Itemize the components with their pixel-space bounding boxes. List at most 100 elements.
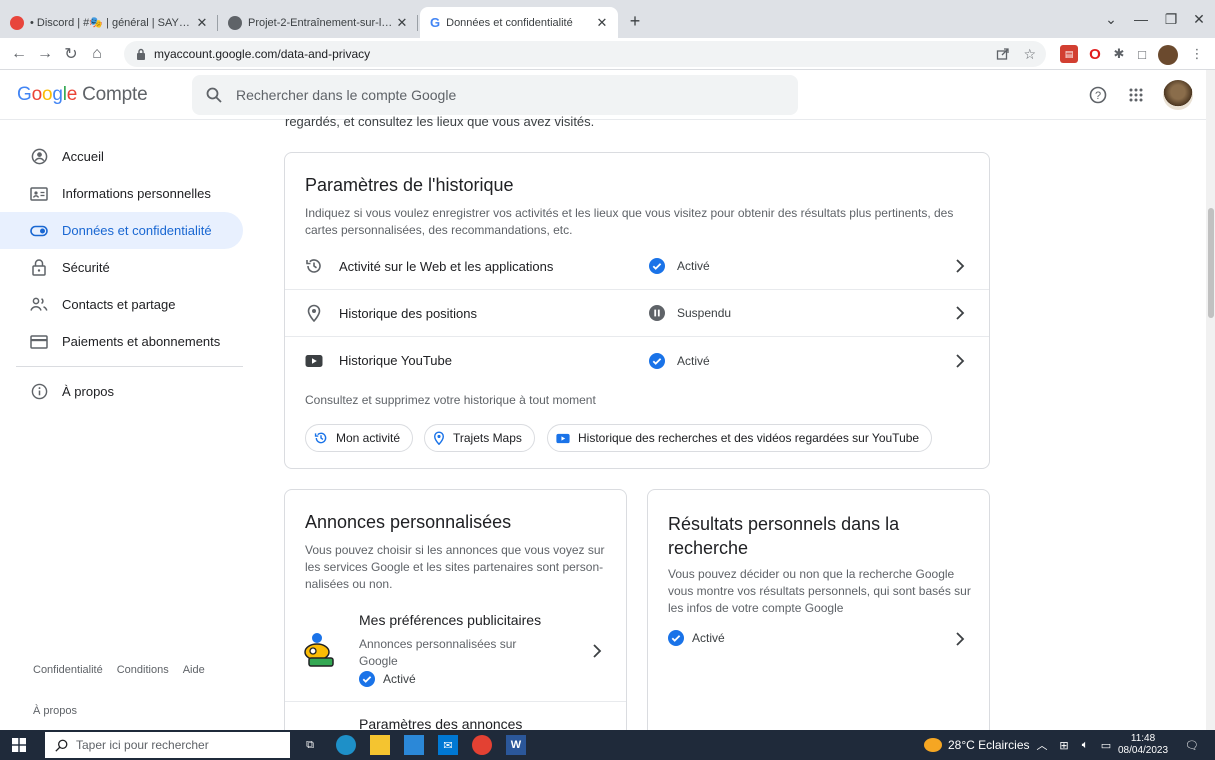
info-icon xyxy=(29,382,49,402)
tray-chevron-up-icon[interactable]: ︿ xyxy=(1032,735,1052,755)
people-icon xyxy=(29,295,49,315)
logo-product-name: Compte xyxy=(82,84,148,105)
network-icon[interactable]: ⊞ xyxy=(1054,735,1074,755)
edge-browser-icon[interactable] xyxy=(336,735,356,755)
history-row-location[interactable]: Historique des positions Suspendu xyxy=(285,290,989,337)
language-icon[interactable]: ▭ xyxy=(1096,735,1116,755)
footer-links: Confidentialité Conditions Aide xyxy=(33,664,205,676)
clock-date: 08/04/2023 xyxy=(1118,745,1169,756)
help-icon[interactable]: ? xyxy=(1086,83,1110,107)
close-tab-icon[interactable]: ✕ xyxy=(594,15,610,31)
browser-tab-discord[interactable]: • Discord | #🎭 | général | SAYNA ✕ xyxy=(0,7,218,38)
volume-icon[interactable]: 🔈︎ xyxy=(1075,735,1095,755)
page-scrollbar-thumb[interactable] xyxy=(1208,208,1214,318)
chip-label: Mon activité xyxy=(336,431,401,445)
home-icon[interactable]: ⌂ xyxy=(86,43,108,65)
mail-icon[interactable]: ✉ xyxy=(438,735,458,755)
sidebar-item-donnees[interactable]: Données et confidentialité xyxy=(0,212,243,249)
location-pin-icon xyxy=(433,431,445,445)
status-text: Activé xyxy=(677,259,710,273)
youtube-icon xyxy=(556,433,570,444)
taskbar-search-input[interactable]: Taper ici pour rechercher xyxy=(45,732,290,758)
lock-icon xyxy=(29,258,49,278)
footer-link-confidentialite[interactable]: Confidentialité xyxy=(33,664,103,676)
opera-extension-icon[interactable]: O xyxy=(1086,45,1104,63)
pause-circle-icon xyxy=(649,305,665,321)
extension-icon[interactable]: ▤ xyxy=(1060,45,1078,63)
chip-youtube-history[interactable]: Historique des recherches et des vidéos … xyxy=(547,424,933,452)
account-search-input[interactable]: Rechercher dans le compte Google xyxy=(192,75,798,115)
notification-center-icon[interactable]: 🗨︎ xyxy=(1182,735,1202,755)
sidebar-item-accueil[interactable]: Accueil xyxy=(0,138,243,175)
card-description: Vous pouvez choisir si les annonces que … xyxy=(305,543,605,591)
ad-preferences-row[interactable]: Mes préférences publicitaires Annonces p… xyxy=(285,602,626,702)
browser-tab-donnees[interactable]: G Données et confidentialité ✕ xyxy=(420,7,618,38)
url-field[interactable]: myaccount.google.com/data-and-privacy ☆ xyxy=(124,41,1046,67)
account-avatar[interactable] xyxy=(1163,80,1193,110)
logo-letter: e xyxy=(66,84,78,105)
tab-title: Données et confidentialité xyxy=(446,16,573,29)
sidebar-item-contacts[interactable]: Contacts et partage xyxy=(0,286,243,323)
clock-time: 11:48 xyxy=(1130,733,1156,744)
word-icon[interactable]: W xyxy=(506,735,526,755)
logo-letter: g xyxy=(52,84,63,105)
check-circle-icon xyxy=(649,352,665,369)
puzzle-extensions-icon[interactable]: ✱ xyxy=(1110,45,1128,63)
new-tab-button[interactable]: + xyxy=(624,10,646,32)
url-text: myaccount.google.com/data-and-privacy xyxy=(154,47,371,61)
reload-icon[interactable]: ↻ xyxy=(60,43,82,65)
sidebar-item-informations[interactable]: Informations personnelles xyxy=(0,175,243,212)
personal-results-row[interactable]: Activé xyxy=(648,622,989,654)
google-compte-logo[interactable]: Google Compte xyxy=(17,84,148,106)
footer-link-conditions[interactable]: Conditions xyxy=(117,664,169,676)
close-tab-icon[interactable]: ✕ xyxy=(194,15,210,31)
share-icon[interactable] xyxy=(996,47,1010,61)
tab-title: Projet-2-Entraînement-sur-les-ba xyxy=(248,16,394,29)
task-view-icon[interactable]: ⧉ xyxy=(300,735,320,755)
card-title: Paramètres de l'historique xyxy=(305,175,514,195)
sidebar-item-paiements[interactable]: Paiements et abonnements xyxy=(0,323,243,360)
history-row-web-activity[interactable]: Activité sur le Web et les applications … xyxy=(285,243,989,290)
close-tab-icon[interactable]: ✕ xyxy=(394,15,410,31)
id-card-icon xyxy=(29,184,49,204)
chip-mon-activite[interactable]: Mon activité xyxy=(305,424,414,452)
forward-icon[interactable]: → xyxy=(34,43,56,65)
taskbar-clock[interactable]: 11:48 08/04/2023 xyxy=(1118,733,1168,757)
windows-start-icon[interactable] xyxy=(12,738,26,752)
chrome-icon[interactable] xyxy=(472,735,492,755)
minimize-icon[interactable]: — xyxy=(1130,8,1152,30)
restore-icon[interactable]: ❐ xyxy=(1160,8,1182,30)
ad-preferences-description: Annonces personnalisées sur Google xyxy=(359,637,517,668)
microsoft-store-icon[interactable] xyxy=(404,735,424,755)
chevron-right-icon xyxy=(956,306,965,320)
profile-avatar-icon[interactable] xyxy=(1158,45,1178,65)
file-explorer-icon[interactable] xyxy=(370,735,390,755)
chip-trajets-maps[interactable]: Trajets Maps xyxy=(424,424,535,452)
history-row-youtube[interactable]: Historique YouTube Activé xyxy=(285,337,989,384)
personalized-ads-card: Annonces personnalisées Vous pouvez choi… xyxy=(284,489,627,749)
tab-search-icon[interactable]: ⌄ xyxy=(1100,8,1122,30)
sidebar-item-securite[interactable]: Sécurité xyxy=(0,249,243,286)
footer-link-apropos[interactable]: À propos xyxy=(33,705,77,717)
logo-letter: o xyxy=(41,84,53,105)
clipped-description: regardés, et consultez les lieux que vou… xyxy=(285,114,595,129)
apps-grid-icon[interactable] xyxy=(1124,83,1148,107)
sidebar-item-apropos[interactable]: À propos xyxy=(0,373,243,410)
globe-favicon-icon xyxy=(228,15,242,30)
close-window-icon[interactable]: ✕ xyxy=(1188,8,1210,30)
side-panel-icon[interactable]: □ xyxy=(1133,45,1151,63)
footer-link-aide[interactable]: Aide xyxy=(183,664,205,676)
account-circle-icon xyxy=(29,147,49,167)
tab-title: • Discord | #🎭 | général | SAYNA xyxy=(30,17,194,29)
back-icon[interactable]: ← xyxy=(8,43,30,65)
bookmark-star-icon[interactable]: ☆ xyxy=(1023,46,1036,63)
weather-widget[interactable]: 28°C Eclaircies xyxy=(924,738,1030,752)
page-scrollbar[interactable] xyxy=(1206,70,1215,730)
browser-tab-projet[interactable]: Projet-2-Entraînement-sur-les-ba ✕ xyxy=(218,7,418,38)
status-badge: Activé xyxy=(649,352,710,369)
search-icon xyxy=(206,87,222,103)
chevron-right-icon xyxy=(593,644,602,658)
address-bar: ← → ↻ ⌂ myaccount.google.com/data-and-pr… xyxy=(0,38,1215,70)
ad-preferences-title: Mes préférences publicitaires xyxy=(359,612,542,628)
browser-menu-icon[interactable]: ⋮ xyxy=(1188,45,1206,63)
